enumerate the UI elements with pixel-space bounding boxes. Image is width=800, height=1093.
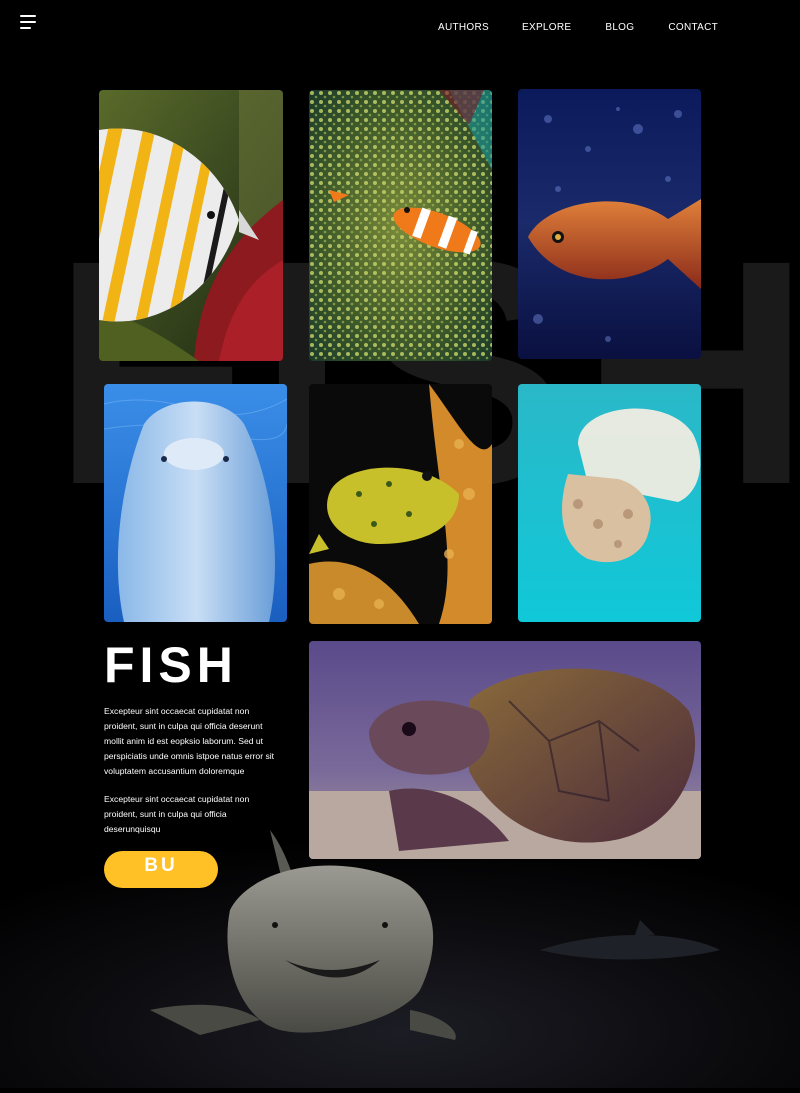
description-paragraph-1: Excepteur sint occaecat cupidatat non pr… <box>104 706 275 776</box>
info-section: FISH Excepteur sint occaecat cupidatat n… <box>104 640 279 837</box>
nav-authors[interactable]: AUTHORS <box>438 22 489 33</box>
section-title: FISH <box>104 637 238 693</box>
red-fish-image[interactable] <box>518 89 701 359</box>
cta-button[interactable]: BU <box>104 851 218 888</box>
description-paragraph-2: Excepteur sint occaecat cupidatat non pr… <box>104 794 250 834</box>
jellyfish-image[interactable] <box>518 384 701 622</box>
sea-turtle-image[interactable] <box>309 641 701 859</box>
dolphin-image[interactable] <box>104 384 287 622</box>
butterflyfish-image[interactable] <box>99 90 283 361</box>
top-nav: AUTHORS EXPLORE BLOG CONTACT <box>438 22 718 33</box>
nav-blog[interactable]: BLOG <box>605 22 634 33</box>
clownfish-anemone-image[interactable] <box>309 90 492 361</box>
boxfish-image[interactable] <box>309 384 492 624</box>
hamburger-menu-icon[interactable] <box>20 15 38 31</box>
nav-explore[interactable]: EXPLORE <box>522 22 571 33</box>
nav-contact[interactable]: CONTACT <box>668 22 718 33</box>
